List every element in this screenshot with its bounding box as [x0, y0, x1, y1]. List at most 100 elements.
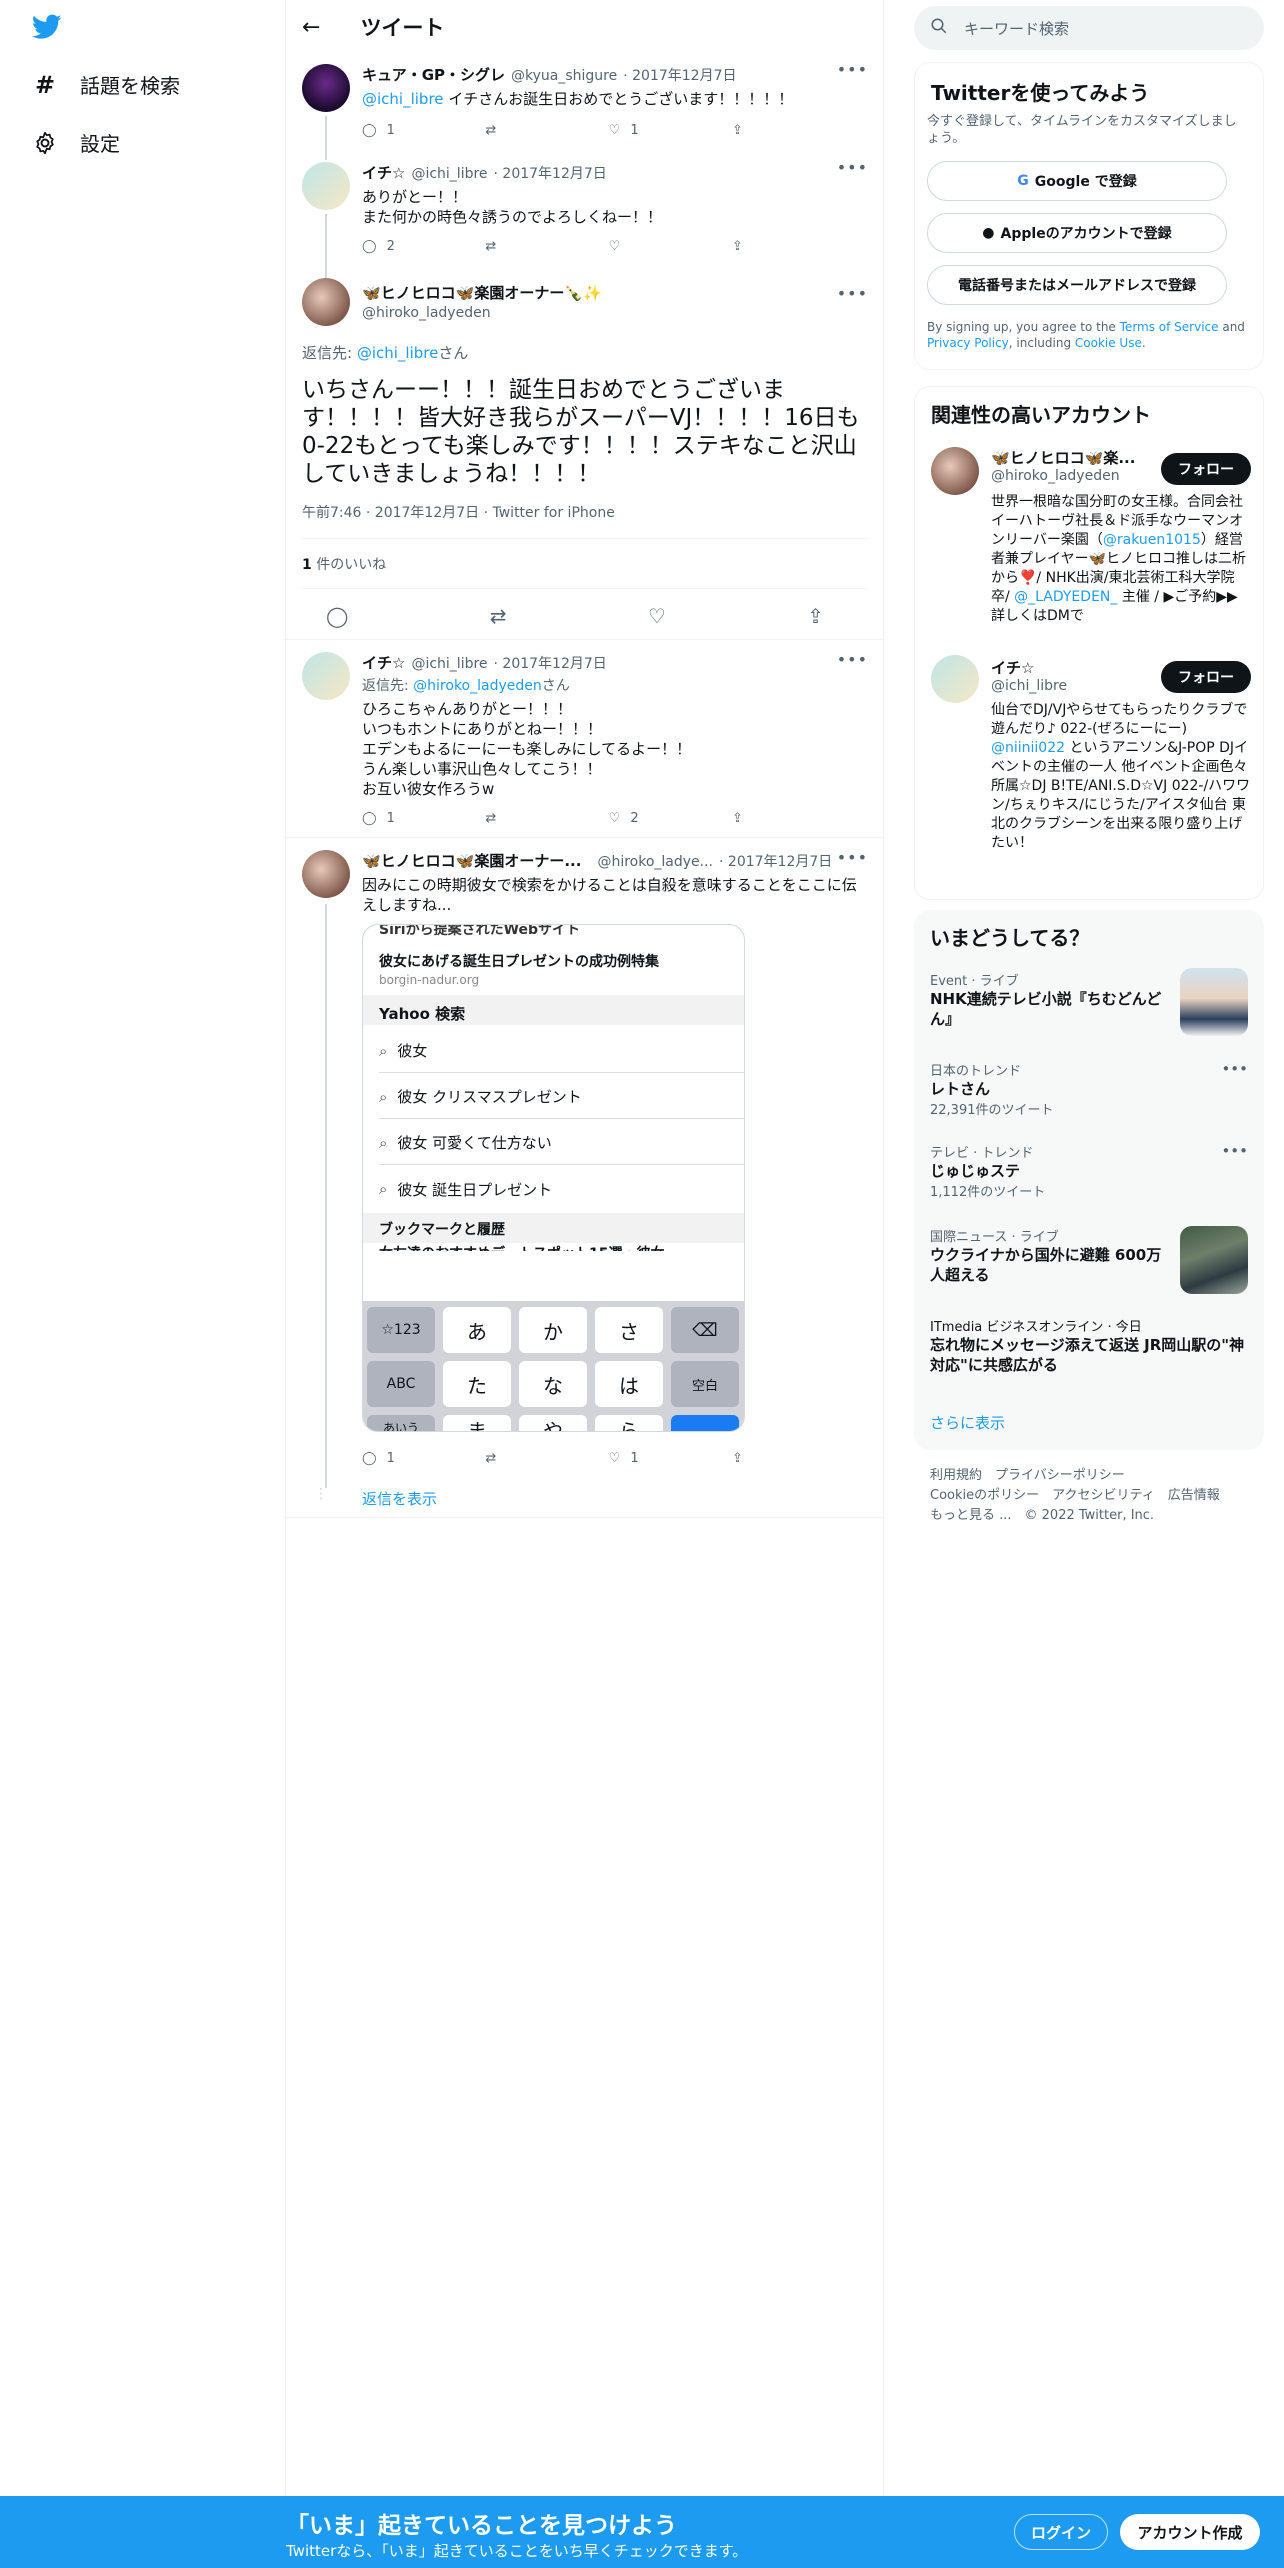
trend-item[interactable]: ITmedia ビジネスオンライン · 今日 忘れ物にメッセージ添えて返送 JR… — [930, 1316, 1248, 1375]
tweet-image[interactable]: Siriから提案されたWebサイト 彼女にあげる誕生日プレゼントの成功例特集 b… — [362, 924, 745, 1432]
google-signup-button[interactable]: G Google で登録 — [927, 161, 1227, 201]
tweet-date[interactable]: · 2017年12月7日 — [494, 653, 607, 673]
tweet-line: ありがとー！！ — [362, 188, 468, 206]
more-icon[interactable]: ••• — [837, 284, 868, 303]
search-box[interactable]: キーワード検索 — [914, 6, 1264, 50]
retweet-button[interactable]: ⇄ — [485, 808, 545, 828]
more-icon[interactable]: ••• — [837, 60, 868, 79]
thread-dots-icon: ⋮ — [314, 1486, 328, 1502]
like-button[interactable]: ♡ 2 — [609, 808, 669, 828]
reply-icon[interactable]: ◯ — [326, 604, 348, 628]
reply-button[interactable]: ◯ 1 — [362, 1448, 422, 1468]
cookie-link[interactable]: Cookie Use — [1075, 336, 1142, 350]
avatar[interactable] — [302, 162, 350, 210]
footer-links[interactable]: もっと見る ... © 2022 Twitter, Inc. — [930, 1506, 1260, 1526]
account-name[interactable]: 🦋ヒノヒロコ🦋楽... — [991, 447, 1135, 468]
author-name[interactable]: イチ☆ — [362, 652, 405, 673]
author-name[interactable]: キュア・GP・シグレ — [362, 64, 505, 85]
author-name[interactable]: イチ☆ — [362, 162, 405, 183]
create-account-button[interactable]: アカウント作成 — [1120, 2514, 1260, 2550]
share-icon: ⇪ — [731, 1450, 743, 1466]
avatar[interactable] — [931, 655, 979, 703]
reply-to-link[interactable]: @hiroko_ladyeden — [413, 678, 542, 694]
trend-item[interactable]: Event · ライブ NHK連続テレビ小説『ちむどんどん』 — [930, 970, 1164, 1029]
author-handle[interactable]: @hiroko_ladyeden — [362, 305, 602, 321]
retweet-button[interactable]: ⇄ — [485, 1448, 545, 1468]
more-icon[interactable]: ••• — [837, 650, 868, 669]
share-button[interactable]: ⇪ — [732, 236, 792, 256]
more-icon[interactable]: ••• — [837, 848, 868, 867]
twitter-logo-icon[interactable] — [31, 14, 62, 44]
bio-link[interactable]: @niinii022 — [991, 740, 1065, 756]
footer-links[interactable]: Cookieのポリシー アクセシビリティ 広告情報 — [930, 1486, 1260, 1506]
like-button[interactable]: ♡ — [609, 236, 669, 256]
author-handle[interactable]: @ichi_libre — [411, 656, 487, 672]
back-arrow-icon[interactable]: ← — [302, 15, 320, 40]
reply-button[interactable]: ◯ 1 — [362, 120, 422, 140]
nav-explore[interactable]: # 話題を検索 — [32, 70, 180, 99]
nav-settings[interactable]: 設定 — [32, 128, 120, 157]
retweet-button[interactable]: ⇄ — [485, 236, 545, 256]
more-icon[interactable]: ••• — [1221, 1142, 1248, 1160]
tweet-date[interactable]: · 2017年12月7日 — [494, 163, 607, 183]
tweet-date[interactable]: · 2017年12月7日 — [719, 851, 832, 871]
gear-icon — [32, 130, 58, 156]
retweet-icon[interactable]: ⇄ — [490, 604, 507, 628]
trend-count: 22,391件のツイート — [930, 1103, 1054, 1118]
reply-tweet-ichi[interactable]: イチ☆ @ichi_libre · 2017年12月7日 返信先: @hirok… — [286, 640, 884, 838]
tweet-timestamp[interactable]: 午前7:46 · 2017年12月7日 · Twitter for iPhone — [302, 502, 615, 522]
account-handle[interactable]: @ichi_libre — [991, 678, 1067, 694]
more-icon[interactable]: ••• — [1221, 1060, 1248, 1078]
login-button[interactable]: ログイン — [1014, 2514, 1108, 2550]
author-handle[interactable]: @ichi_libre — [411, 166, 487, 182]
trend-thumbnail[interactable] — [1180, 968, 1248, 1036]
bio-link[interactable]: @_LADYEDEN_ — [1014, 589, 1117, 605]
follow-button[interactable]: フォロー — [1161, 661, 1251, 693]
avatar[interactable] — [302, 652, 350, 700]
reply-to-link[interactable]: @ichi_libre — [357, 344, 439, 362]
reply-button[interactable]: ◯ 2 — [362, 236, 422, 256]
avatar[interactable] — [302, 278, 350, 326]
likes-summary[interactable]: 1 件のいいね — [302, 554, 386, 574]
retweet-button[interactable]: ⇄ — [485, 120, 545, 140]
author-name[interactable]: 🦋ヒノヒロコ🦋楽園オーナー... — [362, 850, 581, 871]
account-name[interactable]: イチ☆ — [991, 657, 1067, 678]
like-button[interactable]: ♡ 1 — [609, 120, 669, 140]
bio-link[interactable]: @rakuen1015 — [1103, 532, 1201, 548]
more-icon[interactable]: ••• — [837, 158, 868, 177]
share-button[interactable]: ⇪ — [732, 1448, 792, 1468]
trend-item[interactable]: テレビ · トレンド じゅじゅステ 1,112件のツイート ••• — [930, 1142, 1248, 1200]
privacy-link[interactable]: Privacy Policy — [927, 336, 1009, 350]
share-icon[interactable]: ⇪ — [807, 604, 824, 628]
tweet-ichi[interactable]: イチ☆ @ichi_libre · 2017年12月7日 ありがとー！！ また何… — [286, 152, 884, 272]
like-button[interactable]: ♡ 1 — [609, 1448, 669, 1468]
avatar[interactable] — [302, 64, 350, 112]
account-handle[interactable]: @hiroko_ladyeden — [991, 468, 1131, 484]
main-header: ← ツイート — [286, 0, 883, 54]
mention-link[interactable]: @ichi_libre — [362, 90, 444, 108]
avatar[interactable] — [302, 850, 350, 898]
tweet-date[interactable]: · 2017年12月7日 — [623, 65, 736, 85]
terms-link[interactable]: Terms of Service — [1120, 320, 1219, 334]
trend-thumbnail[interactable] — [1180, 1226, 1248, 1294]
trend-meta: 日本のトレンド — [930, 1064, 1022, 1079]
follow-button[interactable]: フォロー — [1161, 453, 1251, 485]
trend-item[interactable]: 日本のトレンド レトさん 22,391件のツイート ••• — [930, 1060, 1248, 1118]
apple-signup-button[interactable]: ● Appleのアカウントで登録 — [927, 213, 1227, 253]
trend-item[interactable]: 国際ニュース · ライブ ウクライナから国外に避難 600万人超える — [930, 1226, 1164, 1285]
apple-signup-label: Appleのアカウントで登録 — [1000, 226, 1172, 242]
avatar[interactable] — [931, 447, 979, 495]
phone-signup-button[interactable]: 電話番号またはメールアドレスで登録 — [927, 265, 1227, 305]
author-handle[interactable]: @kyua_shigure — [511, 68, 617, 84]
heart-icon[interactable]: ♡ — [648, 604, 666, 628]
show-more-link[interactable]: さらに表示 — [930, 1412, 1005, 1433]
author-name[interactable]: 🦋ヒノヒロコ🦋楽園オーナー🍾✨ — [362, 282, 602, 303]
share-button[interactable]: ⇪ — [732, 808, 792, 828]
footer-links[interactable]: 利用規約 プライバシーポリシー — [930, 1466, 1260, 1486]
show-replies-link[interactable]: 返信を表示 — [362, 1488, 437, 1509]
reply-button[interactable]: ◯ 1 — [362, 808, 422, 828]
tweet-kyua[interactable]: キュア・GP・シグレ @kyua_shigure · 2017年12月7日 @i… — [286, 54, 884, 156]
share-button[interactable]: ⇪ — [732, 120, 792, 140]
tweet-text: ありがとー！！ また何かの時色々誘うのでよろしくねー！！ — [362, 187, 868, 227]
author-handle[interactable]: @hiroko_ladye... — [597, 854, 713, 870]
